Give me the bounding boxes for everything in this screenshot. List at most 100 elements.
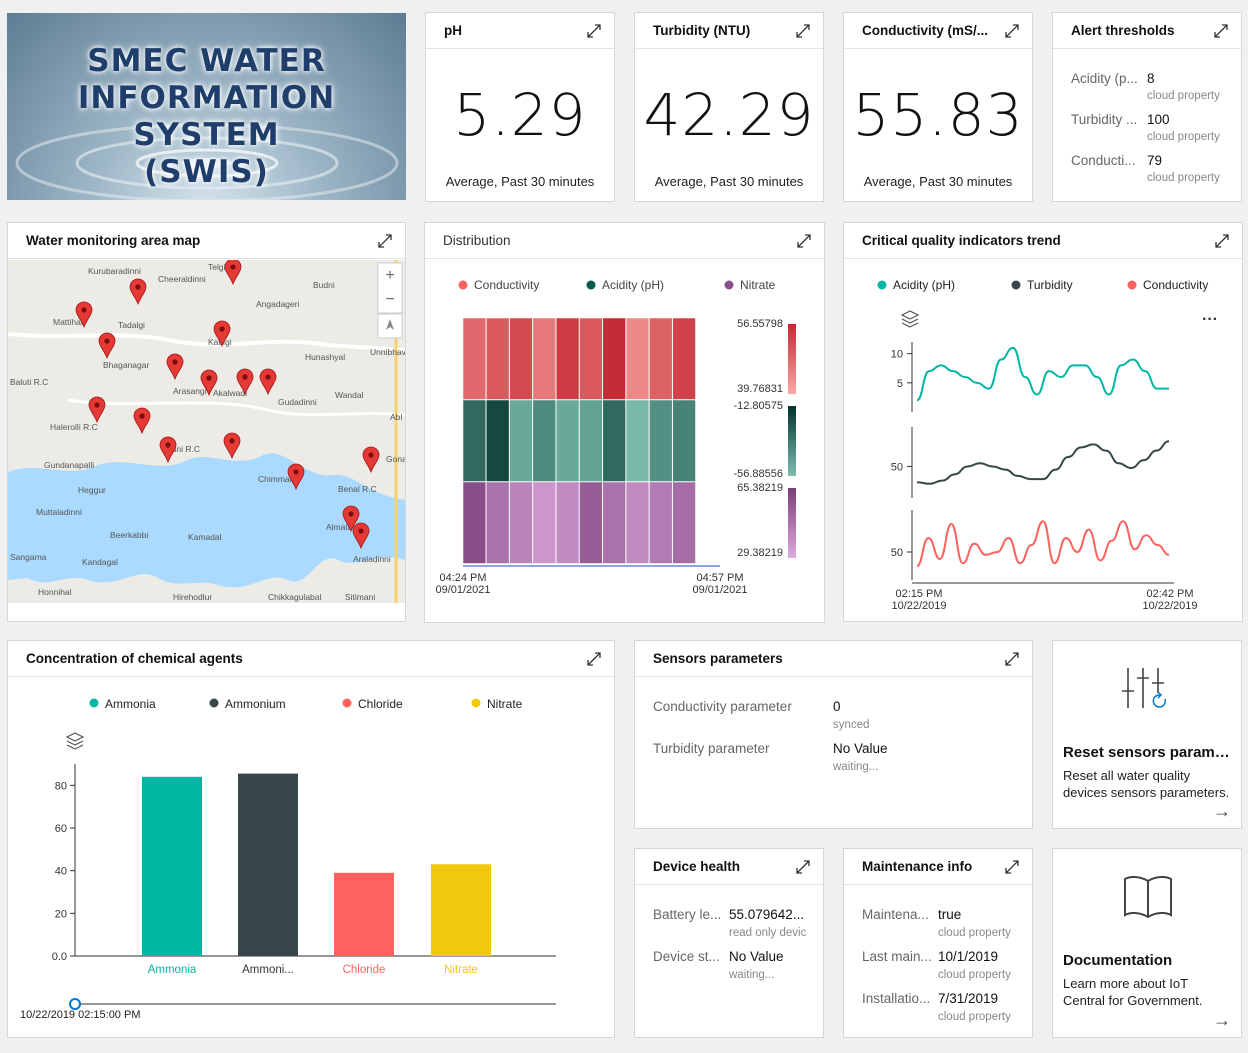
prop-value: 8 [1147,71,1155,86]
heatmap-cell [462,399,487,482]
tile-title: Maintenance info [862,859,973,874]
heatmap-cell [579,481,603,564]
map-place-label: Chikkagulabal [268,592,322,602]
map-zoom-controls: + − [377,262,403,339]
map-place-label: Arasangi [173,386,207,396]
heatmap-cell [672,481,696,564]
action-description: Learn more about IoT Central for Governm… [1063,976,1203,1008]
expand-icon[interactable] [1004,651,1020,667]
tile-title: Sensors parameters [653,651,783,666]
map-place-label: Kandagal [82,557,118,567]
expand-icon[interactable] [586,23,602,39]
y-tick-label: 60 [55,823,67,835]
x-tick-label: Nitrate [444,964,478,976]
expand-icon[interactable] [795,859,811,875]
prop-name: Acidity (p... [1071,71,1138,86]
heatmap-cell [532,317,556,400]
prop-value: 0 [833,699,841,714]
y-tick-label: 40 [55,866,67,878]
x-axis-end-time: 02:42 PM [1146,588,1193,600]
legend-label: Ammonia [105,697,156,711]
expand-icon[interactable] [1004,23,1020,39]
map-place-label: Sangama [10,552,47,562]
heatmap-cell [555,399,580,482]
x-axis-start-time: 04:24 PM [439,572,486,584]
time-slider-handle[interactable] [69,998,81,1010]
legend-label: Acidity (pH) [602,278,664,292]
arrow-right-icon[interactable]: → [1213,801,1231,822]
map-canvas[interactable]: Kurubaradinni CheeraldinniTelgi Budni Angad… [8,260,405,603]
action-title: Documentation [1063,952,1173,969]
trend-chart: Acidity (pH) Turbidity Conductivity ··· 5 10 5… [877,278,1218,612]
heatmap-cell [486,317,510,400]
ph-tile: pH 5.29 Average, Past 30 minutes [425,12,615,202]
sensors-tile: Sensors parameters Conductivity paramete… [634,640,1033,829]
map-place-label: Araladinni [353,554,391,564]
heatmap-cell [625,481,650,564]
heatmap-cell [602,399,626,482]
prop-sub: cloud property [1147,90,1220,102]
heatmap-cell [602,481,626,564]
x-tick-label: Ammonia [148,964,197,976]
zoom-in-icon[interactable]: + [385,267,394,284]
zoom-out-icon[interactable]: − [385,291,394,308]
legend-dot [342,698,352,708]
legend-dot [209,698,219,708]
health-row: Battery le... 55.079642... read only devi… [635,907,823,939]
ph-value: 5.29 [453,81,587,149]
prop-sub: waiting... [729,969,775,981]
prop-name: Installatio... [862,991,931,1006]
alert-row: Conducti... 79 cloud property [1053,153,1241,184]
scale-min-label: -56.88556 [733,468,783,480]
documentation-action[interactable]: Documentation Learn more about IoT Centr… [1052,848,1242,1038]
expand-icon[interactable] [1214,233,1230,249]
prop-value: 10/1/2019 [938,949,999,964]
legend-label: Ammonium [225,697,286,711]
map-place-label: Hirehodlur [173,592,212,602]
map-place-label: Tadalgi [118,320,145,330]
layers-icon[interactable] [900,310,920,328]
turbidity-subtitle: Average, Past 30 minutes [654,174,804,189]
map-place-label: Halerolli R.C [50,422,98,432]
prop-value: No Value [729,949,784,964]
expand-icon[interactable] [1213,23,1229,39]
heatmap-cell [625,399,650,482]
heatmap-cell [555,317,580,400]
bar[interactable] [142,776,202,956]
map-place-label: Budni [313,280,335,290]
expand-icon[interactable] [377,233,393,249]
x-axis-start-time: 02:15 PM [895,588,942,600]
prop-value: true [938,907,962,922]
layers-icon[interactable] [65,732,85,750]
color-scale-bar [788,488,796,558]
prop-sub: waiting... [833,761,879,773]
ph-subtitle: Average, Past 30 minutes [445,174,595,189]
heatmap-cell [509,481,533,564]
arrow-right-icon[interactable]: → [1213,1010,1231,1031]
x-tick-label: Ammoni... [242,964,294,976]
bar[interactable] [238,773,298,956]
reset-sensors-action[interactable]: Reset sensors paramet... Reset all water… [1052,640,1242,829]
app-banner: SMEC WATER INFORMATION SYSTEM (SWIS) [7,13,406,200]
expand-icon[interactable] [586,651,602,667]
prop-name: Conductivity parameter [653,699,792,714]
bar[interactable] [334,872,394,956]
prop-name: Maintena... [862,907,929,922]
map-tile: Water monitoring area map Kurubaradinni C… [7,222,406,622]
expand-icon[interactable] [795,23,811,39]
sensor-row: Turbidity parameter No Value waiting... [635,741,1032,773]
more-options-icon[interactable]: ··· [1202,311,1218,328]
map-place-label: Hunashyal [305,352,345,362]
expand-icon[interactable] [796,233,812,249]
map-place-label: Sitimani [345,592,375,602]
prop-sub: cloud property [1147,172,1220,184]
legend-dot [89,698,99,708]
legend-dot [471,698,481,708]
expand-icon[interactable] [1004,859,1020,875]
legend-label: Nitrate [740,278,776,292]
color-scale-bar [788,324,796,394]
bar[interactable] [431,864,491,956]
legend-dot [724,280,734,290]
chemical-tile: Concentration of chemical agents Ammonia… [7,640,615,1038]
map-place-label: Muttaladinni [36,507,82,517]
